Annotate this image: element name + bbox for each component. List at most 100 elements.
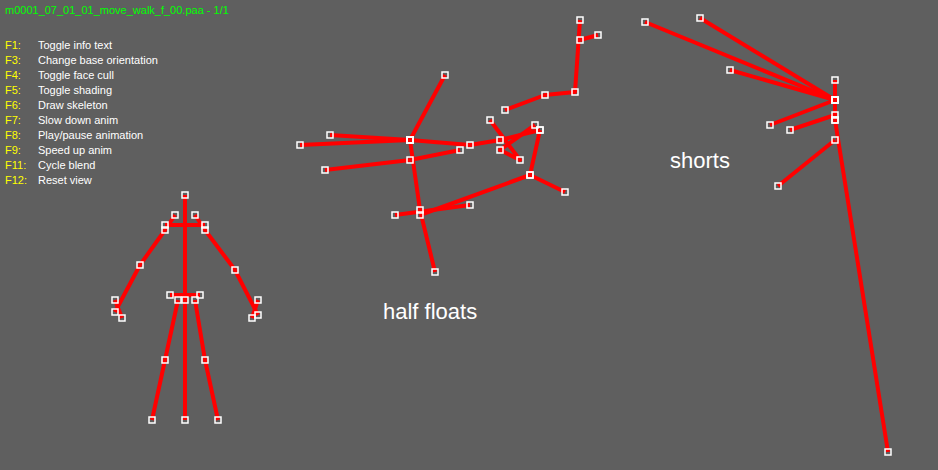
help-label: Play/pause animation [38, 128, 143, 143]
help-key: F9: [5, 143, 38, 158]
help-row: F5:Toggle shading [5, 83, 938, 98]
help-label: Speed up anim [38, 143, 112, 158]
help-label: Draw skeleton [38, 98, 108, 113]
annotation-label: shorts [670, 146, 730, 176]
help-key: F8: [5, 128, 38, 143]
half-floats-skeleton [297, 17, 601, 275]
joint [832, 97, 838, 103]
info-panel: m0001_07_01_01_move_walk_f_00.paa - 1/1 F… [0, 0, 938, 188]
reference-skeleton [112, 192, 261, 423]
bone [152, 300, 178, 420]
bone [325, 150, 460, 170]
joint [832, 97, 838, 103]
help-key: F5: [5, 83, 38, 98]
help-key: F11: [5, 158, 38, 173]
help-key: F1: [5, 38, 38, 53]
joint [775, 183, 781, 189]
joint [832, 112, 838, 118]
bone [195, 300, 218, 420]
help-label: Toggle info text [38, 38, 112, 53]
joint [162, 227, 168, 233]
help-row: F4:Toggle face cull [5, 68, 938, 83]
skeleton-canvas[interactable] [0, 0, 938, 470]
joint [595, 32, 601, 38]
help-row: F7:Slow down anim [5, 113, 938, 128]
joint [517, 157, 523, 163]
joint [642, 19, 648, 25]
joint [697, 15, 703, 21]
bone [183, 195, 187, 420]
joint [832, 137, 838, 143]
bone [730, 70, 835, 100]
joint [502, 107, 508, 113]
joint [527, 172, 533, 178]
shorts-skeleton [642, 15, 891, 455]
title: m0001_07_01_01_move_walk_f_00.paa - 1/1 [5, 3, 938, 18]
bone [505, 20, 580, 110]
animation-viewer: m0001_07_01_01_move_walk_f_00.paa - 1/1 F… [0, 0, 938, 470]
joint [787, 127, 793, 133]
bone [490, 120, 535, 160]
help-row: F1:Toggle info text [5, 38, 938, 53]
joint [832, 97, 838, 103]
bone [530, 175, 565, 192]
joint [162, 357, 168, 363]
joint [572, 89, 578, 95]
joint [527, 172, 533, 178]
help-label: Change base orientation [38, 53, 158, 68]
bone [770, 100, 835, 125]
joint [577, 37, 583, 43]
help-key: F3: [5, 53, 38, 68]
joint [487, 117, 493, 123]
joint [407, 157, 413, 163]
bone [195, 215, 258, 315]
joint [249, 315, 255, 321]
bone [835, 120, 888, 452]
joint [255, 312, 261, 318]
joint [197, 292, 203, 298]
joint [392, 212, 398, 218]
joint [172, 212, 178, 218]
joint [885, 449, 891, 455]
joint [167, 292, 173, 298]
joint [215, 417, 221, 423]
bone [645, 22, 835, 100]
help-key: F4: [5, 68, 38, 83]
joint [175, 297, 181, 303]
joint [767, 122, 773, 128]
bone [778, 140, 835, 186]
joint [417, 212, 423, 218]
joint [577, 17, 583, 23]
joint [322, 167, 328, 173]
joint [442, 72, 448, 78]
joint [532, 122, 538, 128]
help-label: Toggle shading [38, 83, 112, 98]
joint [202, 227, 208, 233]
joint [832, 77, 838, 83]
joint [727, 67, 733, 73]
bone [410, 75, 445, 140]
bone [790, 115, 835, 130]
joint [112, 297, 118, 303]
joint [232, 267, 238, 273]
joint [457, 147, 463, 153]
joint [497, 147, 503, 153]
joint [255, 297, 261, 303]
joint [182, 417, 188, 423]
joint [562, 189, 568, 195]
bone [115, 215, 175, 312]
joint [137, 262, 143, 268]
joint [182, 192, 188, 198]
joint [192, 212, 198, 218]
help-row: F3:Change base orientation [5, 53, 938, 68]
help-label: Cycle blend [38, 158, 95, 173]
help-label: Reset view [38, 173, 92, 188]
help-row: F6:Draw skeleton [5, 98, 938, 113]
joint [182, 297, 188, 303]
joint [407, 137, 413, 143]
joint [832, 97, 838, 103]
joint [542, 92, 548, 98]
joint [407, 137, 413, 143]
joint [149, 417, 155, 423]
joint [467, 202, 473, 208]
